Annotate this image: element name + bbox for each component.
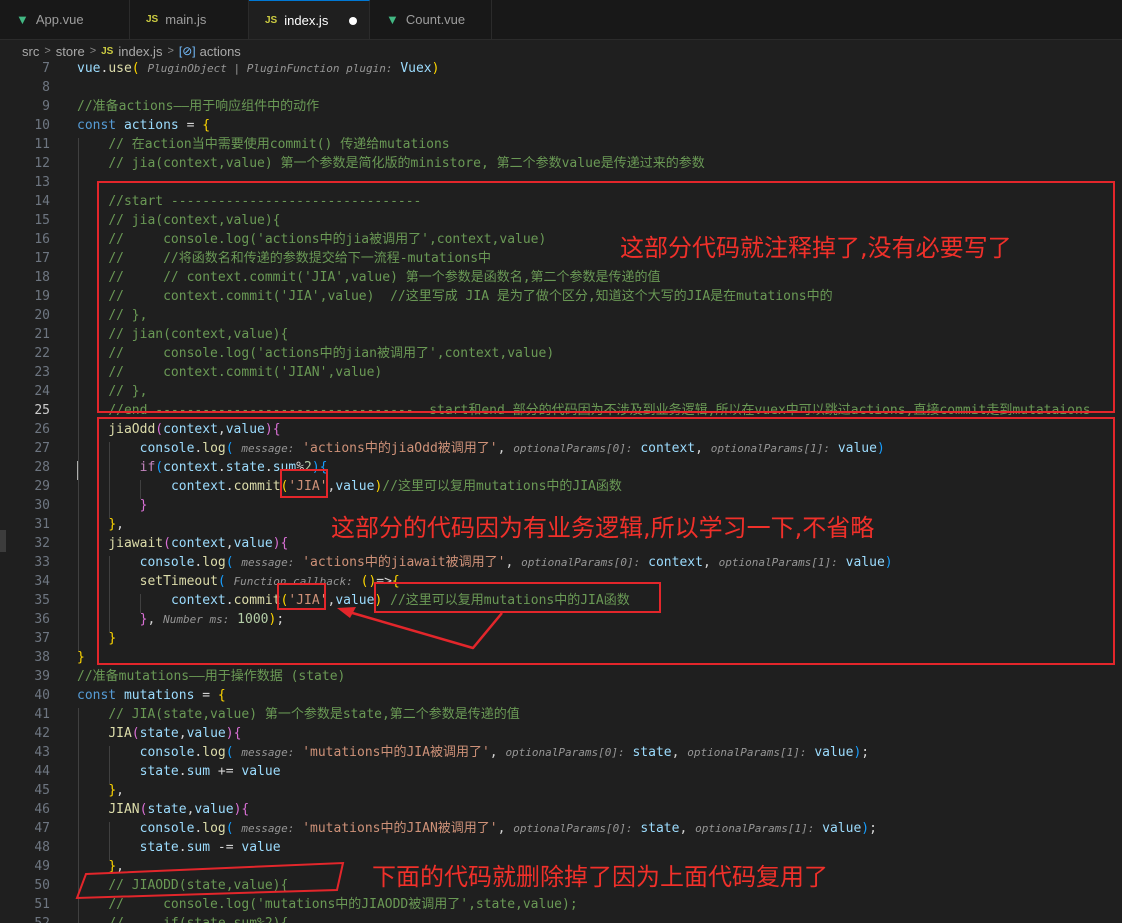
tab-app-vue[interactable]: ▼ App.vue bbox=[0, 0, 130, 39]
annotation-deleted-code: 下面的代码就删除掉了因为上面代码复用了 bbox=[372, 863, 828, 891]
tab-label: index.js bbox=[284, 12, 329, 28]
code-editor[interactable]: 7 vue.use( PluginObject | PluginFunction … bbox=[0, 62, 1122, 923]
tab-label: main.js bbox=[165, 12, 207, 27]
js-file-icon: JS bbox=[101, 45, 114, 57]
js-file-icon: JS bbox=[265, 14, 278, 26]
chevron-right-icon: > bbox=[167, 45, 174, 57]
annotation-business-logic: 这部分的代码因为有业务逻辑,所以学习一下,不省略 bbox=[331, 514, 875, 542]
vue-file-icon: ▼ bbox=[16, 12, 29, 27]
annotation-arrow bbox=[75, 607, 503, 900]
editor-tab-bar: ▼ App.vue JS main.js JS index.js ▼ Count… bbox=[0, 0, 1122, 40]
breadcrumb-item-store[interactable]: store bbox=[56, 44, 85, 59]
vue-file-icon: ▼ bbox=[386, 12, 399, 27]
breadcrumb: src > store > JS index.js > [⊘] actions bbox=[0, 40, 1122, 62]
tab-main-js[interactable]: JS main.js bbox=[130, 0, 249, 39]
chevron-right-icon: > bbox=[89, 45, 97, 57]
tab-label: Count.vue bbox=[405, 12, 466, 27]
variable-symbol-icon: [⊘] bbox=[178, 44, 196, 58]
unsaved-dot-icon[interactable] bbox=[349, 17, 357, 25]
js-file-icon: JS bbox=[146, 14, 159, 25]
breadcrumb-item-symbol[interactable]: actions bbox=[200, 44, 241, 59]
tab-label: App.vue bbox=[35, 12, 84, 27]
tab-index-js[interactable]: JS index.js bbox=[249, 0, 370, 39]
tab-count-vue[interactable]: ▼ Count.vue bbox=[370, 0, 492, 39]
breadcrumb-item-src[interactable]: src bbox=[22, 44, 39, 59]
annotation-commented-out: 这部分代码就注释掉了,没有必要写了 bbox=[620, 234, 1012, 262]
breadcrumb-item-file[interactable]: index.js bbox=[118, 44, 162, 59]
chevron-right-icon: > bbox=[44, 45, 51, 57]
